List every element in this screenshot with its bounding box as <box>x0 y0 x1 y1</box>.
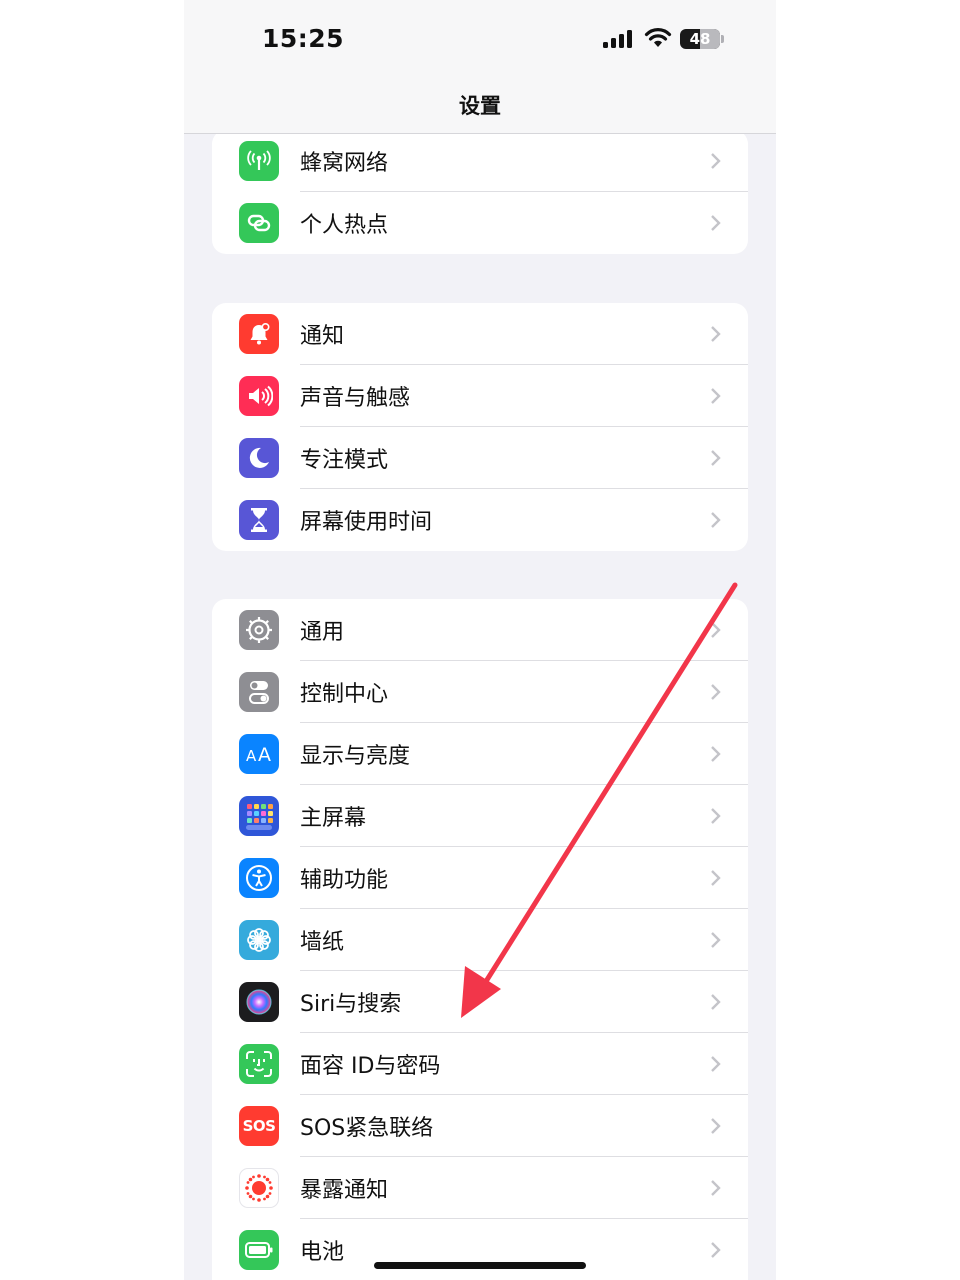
chevron-right-icon <box>711 1180 721 1196</box>
row-label: 面容 ID与密码 <box>300 1054 441 1079</box>
face-id-icon <box>239 1044 279 1084</box>
battery-cap <box>721 35 724 43</box>
row-label: 声音与触感 <box>300 386 411 411</box>
row-label: 显示与亮度 <box>300 744 411 769</box>
speaker-icon <box>239 376 279 416</box>
chevron-right-icon <box>711 1118 721 1134</box>
settings-screen: 蜂窝网络 个人热点 通知 声音与触感 专注模式 屏幕使用时间 通用 控制中心 A… <box>184 0 776 1280</box>
row-battery[interactable]: 电池 <box>212 1219 748 1280</box>
row-home-screen[interactable]: 主屏幕 <box>212 785 748 847</box>
row-notifications[interactable]: 通知 <box>212 303 748 365</box>
chevron-right-icon <box>711 1056 721 1072</box>
sos-icon-text: SOS <box>242 1117 276 1135</box>
settings-group-notifications: 通知 声音与触感 专注模式 屏幕使用时间 <box>212 303 748 551</box>
row-siri[interactable]: Siri与搜索 <box>212 971 748 1033</box>
battery-indicator: 48 <box>680 29 720 49</box>
sos-icon: SOS <box>239 1106 279 1146</box>
home-indicator[interactable] <box>374 1262 586 1269</box>
settings-group-network: 蜂窝网络 个人热点 <box>212 130 748 254</box>
settings-group-general: 通用 控制中心 AA 显示与亮度 主屏幕 辅助功能 墙纸 Siri与搜索 面容 … <box>212 599 748 1280</box>
chevron-right-icon <box>711 215 721 231</box>
moon-icon <box>239 438 279 478</box>
wifi-icon <box>644 28 672 47</box>
svg-text:A: A <box>258 744 271 766</box>
bell-icon <box>239 314 279 354</box>
chevron-right-icon <box>711 450 721 466</box>
chevron-right-icon <box>711 808 721 824</box>
chevron-right-icon <box>711 870 721 886</box>
text-size-icon: AA <box>239 734 279 774</box>
row-label: Siri与搜索 <box>300 992 402 1017</box>
row-label: 屏幕使用时间 <box>300 510 433 535</box>
row-hotspot[interactable]: 个人热点 <box>212 192 748 254</box>
chevron-right-icon <box>711 932 721 948</box>
row-cellular[interactable]: 蜂窝网络 <box>212 130 748 192</box>
row-screen-time[interactable]: 屏幕使用时间 <box>212 489 748 551</box>
chevron-right-icon <box>711 622 721 638</box>
row-emergency-sos[interactable]: SOS SOS紧急联络 <box>212 1095 748 1157</box>
status-bar: 15:25 48 <box>184 0 776 80</box>
row-label: 个人热点 <box>300 213 389 238</box>
siri-icon <box>239 982 279 1022</box>
toggles-icon <box>239 672 279 712</box>
cellular-signal-icon <box>603 30 632 48</box>
antenna-icon <box>239 141 279 181</box>
app-grid-icon <box>239 796 279 836</box>
row-label: 电池 <box>300 1240 345 1265</box>
chevron-right-icon <box>711 746 721 762</box>
row-label: 暴露通知 <box>300 1178 389 1203</box>
exposure-icon <box>239 1168 279 1208</box>
row-exposure-notifications[interactable]: 暴露通知 <box>212 1157 748 1219</box>
row-general[interactable]: 通用 <box>212 599 748 661</box>
hourglass-icon <box>239 500 279 540</box>
row-control-center[interactable]: 控制中心 <box>212 661 748 723</box>
chevron-right-icon <box>711 1242 721 1258</box>
row-wallpaper[interactable]: 墙纸 <box>212 909 748 971</box>
settings-list[interactable]: 蜂窝网络 个人热点 通知 声音与触感 专注模式 屏幕使用时间 通用 控制中心 A… <box>184 0 776 1280</box>
row-accessibility[interactable]: 辅助功能 <box>212 847 748 909</box>
row-display[interactable]: AA 显示与亮度 <box>212 723 748 785</box>
row-focus[interactable]: 专注模式 <box>212 427 748 489</box>
accessibility-icon <box>239 858 279 898</box>
navigation-bar: 设置 <box>184 80 776 134</box>
row-label: 辅助功能 <box>300 868 389 893</box>
row-label: 控制中心 <box>300 682 389 707</box>
chevron-right-icon <box>711 994 721 1010</box>
battery-level-text: 48 <box>689 30 711 48</box>
battery-icon <box>239 1230 279 1270</box>
chevron-right-icon <box>711 512 721 528</box>
chevron-right-icon <box>711 684 721 700</box>
row-label: 专注模式 <box>300 448 389 473</box>
gear-icon <box>239 610 279 650</box>
chevron-right-icon <box>711 326 721 342</box>
flower-icon <box>239 920 279 960</box>
row-label: SOS紧急联络 <box>300 1116 434 1141</box>
svg-text:A: A <box>246 747 257 765</box>
row-label: 主屏幕 <box>300 806 367 831</box>
status-time: 15:25 <box>262 24 345 53</box>
hotspot-link-icon <box>239 203 279 243</box>
page-title: 设置 <box>459 94 501 118</box>
row-label: 墙纸 <box>300 930 345 955</box>
row-label: 通用 <box>300 620 345 645</box>
row-face-id[interactable]: 面容 ID与密码 <box>212 1033 748 1095</box>
row-label: 通知 <box>300 324 345 349</box>
row-label: 蜂窝网络 <box>300 151 389 176</box>
chevron-right-icon <box>711 388 721 404</box>
chevron-right-icon <box>711 153 721 169</box>
row-sounds[interactable]: 声音与触感 <box>212 365 748 427</box>
